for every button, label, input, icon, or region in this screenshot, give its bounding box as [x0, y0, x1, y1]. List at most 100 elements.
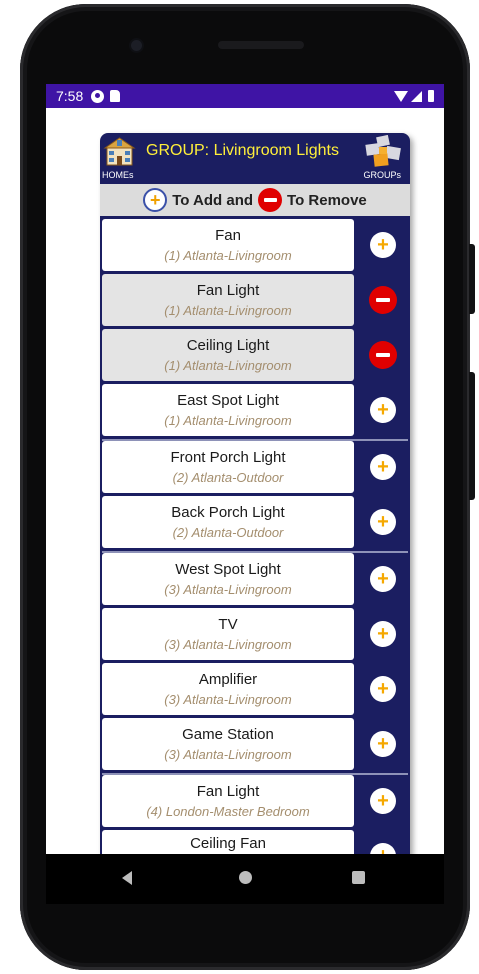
- list-item[interactable]: Ceiling Light (1) Atlanta-Livingroom: [100, 329, 410, 384]
- add-device-button[interactable]: +: [370, 676, 396, 702]
- add-device-button[interactable]: +: [370, 509, 396, 535]
- device-card[interactable]: West Spot Light (3) Atlanta-Livingroom: [102, 553, 354, 605]
- add-legend-icon: +: [143, 188, 168, 212]
- device-card[interactable]: East Spot Light (1) Atlanta-Livingroom: [102, 384, 354, 436]
- home-icon[interactable]: [239, 871, 252, 884]
- device-name: Back Porch Light: [171, 503, 285, 521]
- groups-label: GROUPs: [363, 170, 401, 180]
- device-card[interactable]: TV (3) Atlanta-Livingroom: [102, 608, 354, 660]
- device-room: (1) Atlanta-Livingroom: [164, 247, 292, 263]
- list-item[interactable]: Ceiling Fan +: [100, 830, 410, 854]
- remove-device-button[interactable]: [369, 286, 397, 314]
- plus-icon: +: [377, 511, 389, 533]
- list-item[interactable]: Game Station (3) Atlanta-Livingroom +: [100, 718, 410, 773]
- navigation-bar: [46, 854, 444, 904]
- earpiece-speaker: [218, 41, 304, 49]
- add-device-button[interactable]: +: [370, 843, 396, 854]
- device-name: Fan: [215, 226, 241, 244]
- homes-label: HOMEs: [102, 170, 134, 180]
- minus-icon: [376, 353, 390, 357]
- device-name: Game Station: [182, 725, 274, 743]
- add-device-button[interactable]: +: [370, 454, 396, 480]
- power-button[interactable]: [469, 244, 475, 314]
- add-device-button[interactable]: +: [370, 788, 396, 814]
- device-room: (2) Atlanta-Outdoor: [172, 469, 284, 485]
- device-name: East Spot Light: [177, 391, 279, 409]
- remove-legend-text: To Remove: [287, 191, 367, 209]
- device-room: (1) Atlanta-Livingroom: [164, 357, 292, 373]
- device-card[interactable]: Amplifier (3) Atlanta-Livingroom: [102, 663, 354, 715]
- status-time: 7:58: [56, 88, 84, 104]
- cell-signal-icon: [411, 90, 422, 102]
- device-card[interactable]: Fan (1) Atlanta-Livingroom: [102, 219, 354, 271]
- add-device-button[interactable]: +: [370, 232, 396, 258]
- list-item[interactable]: Fan Light (1) Atlanta-Livingroom: [100, 274, 410, 329]
- add-device-button[interactable]: +: [370, 397, 396, 423]
- back-icon[interactable]: [122, 871, 132, 885]
- device-room: (2) Atlanta-Outdoor: [172, 524, 284, 540]
- device-card[interactable]: Front Porch Light (2) Atlanta-Outdoor: [102, 441, 354, 493]
- plus-icon: +: [377, 234, 389, 256]
- device-room: (4) London-Master Bedroom: [146, 803, 310, 819]
- group-panel: HOMEs GROUP: Livingroom Lights GROUPs + …: [100, 133, 410, 854]
- minus-icon: [376, 298, 390, 302]
- device-name: Front Porch Light: [170, 448, 286, 466]
- front-camera: [131, 40, 142, 51]
- panel-header: HOMEs GROUP: Livingroom Lights GROUPs: [100, 133, 410, 183]
- device-card[interactable]: Ceiling Fan: [102, 830, 354, 854]
- volume-button[interactable]: [469, 372, 475, 500]
- notification-icon: [91, 89, 105, 103]
- plus-icon: +: [377, 733, 389, 755]
- device-name: TV: [218, 615, 238, 633]
- remove-legend-icon: [258, 188, 283, 212]
- list-item[interactable]: West Spot Light (3) Atlanta-Livingroom +: [100, 553, 410, 608]
- device-card[interactable]: Game Station (3) Atlanta-Livingroom: [102, 718, 354, 770]
- list-item[interactable]: Front Porch Light (2) Atlanta-Outdoor +: [100, 441, 410, 496]
- device-name: Fan Light: [196, 782, 260, 800]
- device-room: (3) Atlanta-Livingroom: [164, 581, 292, 597]
- device-room: (1) Atlanta-Livingroom: [164, 302, 292, 318]
- device-room: (1) Atlanta-Livingroom: [164, 412, 292, 428]
- plus-icon: +: [377, 623, 389, 645]
- plus-icon: +: [377, 399, 389, 421]
- list-item[interactable]: Back Porch Light (2) Atlanta-Outdoor +: [100, 496, 410, 551]
- device-name: Ceiling Light: [186, 336, 270, 354]
- device-name: Fan Light: [196, 281, 260, 299]
- group-title: GROUP: Livingroom Lights: [146, 142, 339, 159]
- list-item[interactable]: Amplifier (3) Atlanta-Livingroom +: [100, 663, 410, 718]
- status-indicators: [394, 90, 434, 102]
- device-name: Ceiling Fan: [190, 835, 266, 852]
- device-card[interactable]: Ceiling Light (1) Atlanta-Livingroom: [102, 329, 354, 381]
- sd-card-icon: [110, 90, 121, 102]
- house-icon: [103, 137, 136, 166]
- device-card[interactable]: Fan Light (4) London-Master Bedroom: [102, 775, 354, 827]
- add-device-button[interactable]: +: [370, 731, 396, 757]
- device-name: West Spot Light: [175, 560, 281, 578]
- add-remove-legend: + To Add and To Remove: [100, 184, 410, 216]
- device-room: (3) Atlanta-Livingroom: [164, 636, 292, 652]
- add-device-button[interactable]: +: [370, 566, 396, 592]
- recent-apps-icon[interactable]: [352, 871, 365, 884]
- plus-icon: +: [377, 568, 389, 590]
- list-item[interactable]: TV (3) Atlanta-Livingroom +: [100, 608, 410, 663]
- list-item[interactable]: Fan (1) Atlanta-Livingroom +: [100, 219, 410, 274]
- plus-icon: +: [377, 678, 389, 700]
- remove-device-button[interactable]: [369, 341, 397, 369]
- groups-button[interactable]: GROUPs: [360, 133, 410, 183]
- device-card[interactable]: Fan Light (1) Atlanta-Livingroom: [102, 274, 354, 326]
- battery-icon: [428, 90, 434, 102]
- plus-icon: +: [377, 790, 389, 812]
- device-room: (3) Atlanta-Livingroom: [164, 691, 292, 707]
- wifi-icon: [394, 90, 408, 102]
- device-room: (3) Atlanta-Livingroom: [164, 746, 292, 762]
- status-bar: 7:58: [46, 84, 444, 108]
- plus-icon: +: [377, 846, 389, 854]
- list-item[interactable]: Fan Light (4) London-Master Bedroom +: [100, 775, 410, 830]
- homes-button[interactable]: HOMEs: [100, 133, 142, 183]
- app-screen: 7:58 HOMEs GROUP: Livingroom Lights GROU…: [46, 84, 444, 854]
- groups-icon: [365, 135, 401, 167]
- add-legend-text: To Add and: [172, 191, 254, 209]
- device-card[interactable]: Back Porch Light (2) Atlanta-Outdoor: [102, 496, 354, 548]
- list-item[interactable]: East Spot Light (1) Atlanta-Livingroom +: [100, 384, 410, 439]
- add-device-button[interactable]: +: [370, 621, 396, 647]
